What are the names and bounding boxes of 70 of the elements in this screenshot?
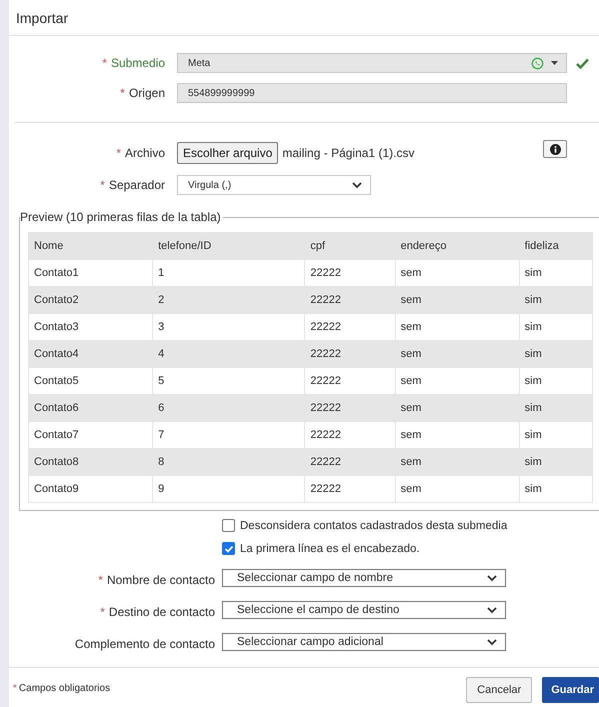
required-asterisk: * [100,605,105,619]
info-icon [550,144,560,154]
table-cell: sem [395,394,520,422]
field-label: Submedio [110,56,165,70]
table-cell: sim [519,476,592,502]
choose-file-button[interactable]: Escolher arquivo [177,142,278,164]
info-button[interactable] [543,140,567,158]
table-cell: sem [395,286,520,314]
file-name: mailing - Página1 (1).csv [282,146,416,160]
table-cell: 22222 [304,394,396,422]
table-cell: Contato8 [28,448,153,476]
field-label: Nombre de contacto [106,573,215,587]
checkbox[interactable] [222,542,235,555]
table-cell: Contato2 [28,286,153,314]
required-asterisk: * [98,573,103,587]
field-select[interactable]: Seleccionar campo adicional [222,633,506,651]
separator-select[interactable]: Virgula (,) [177,175,371,195]
required-asterisk: * [13,683,17,694]
field-label: Complemento de contacto [74,637,215,651]
column-header: fideliza [519,232,592,260]
table-cell: 22222 [304,476,396,502]
table-cell: sim [519,286,592,314]
required-note: Campos obligatorios [18,683,110,694]
checkbox-label: La primera línea es el encabezado. [240,542,420,554]
field-label: Origen [128,86,165,100]
table-cell: 8 [152,448,305,476]
required-asterisk: * [116,146,121,160]
field-label: Separador [108,178,165,192]
table-cell: Contato9 [28,476,153,502]
field-select[interactable]: Seleccionar campo de nombre [222,569,506,587]
table-cell: sim [519,394,592,422]
column-header: endereço [395,232,520,260]
table-cell: 22222 [304,286,396,314]
chevron-icon [352,182,362,188]
checkbox-label: Desconsidera contatos cadastrados desta submedia [240,520,508,532]
dialog-title: Importar [16,10,68,26]
table-cell: sem [395,340,520,368]
check-icon [576,58,589,68]
column-header: cpf [304,232,396,260]
origen-field[interactable]: 554899999999 [177,83,567,103]
field-label: Archivo [124,146,165,160]
table-cell: Contato4 [28,340,153,368]
save-button[interactable]: Guardar [542,677,599,703]
table-cell: 2 [152,286,305,314]
required-asterisk: * [102,56,107,70]
whatsapp-icon [531,56,544,70]
chevron-icon [487,638,497,646]
required-asterisk: * [120,86,125,100]
table-cell: 22222 [304,340,396,368]
column-header: Nome [28,232,153,260]
table-cell: 4 [152,340,305,368]
table-cell: 6 [152,394,305,422]
chevron-icon [487,606,497,614]
cancel-button[interactable]: Cancelar [466,677,532,703]
checkbox[interactable] [222,519,235,532]
preview-legend: Preview (10 primeras filas de la tabla) [20,210,223,224]
caret-icon [551,61,558,65]
table-cell: sem [395,476,520,502]
table-cell: Contato6 [28,394,153,422]
field-label: Destino de contacto [108,605,215,619]
chevron-icon [487,574,497,582]
column-header: telefone/ID [152,232,305,260]
table-cell: sem [395,448,520,476]
table-cell: sim [519,448,592,476]
submedio-select[interactable]: Meta [177,53,567,73]
table-cell: sim [519,340,592,368]
table-cell: 22222 [304,448,396,476]
table-cell: 9 [152,476,305,502]
required-asterisk: * [100,178,105,192]
field-select[interactable]: Seleccione el campo de destino [222,601,506,619]
